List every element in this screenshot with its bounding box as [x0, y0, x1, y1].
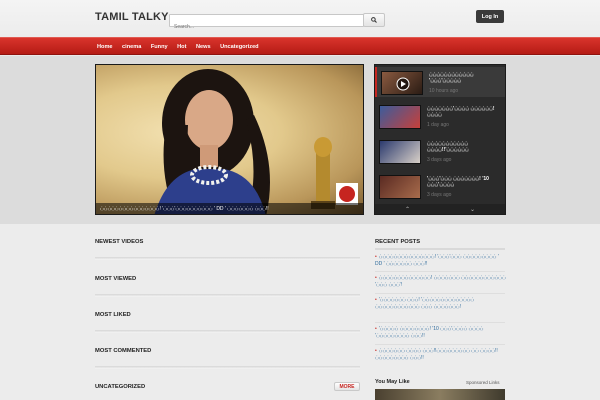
recent-separator [375, 293, 505, 294]
recent-separator [375, 271, 505, 272]
recent-posts-divider [375, 248, 505, 250]
nav-item-news[interactable]: News [196, 44, 211, 50]
side-item-title[interactable]: 'ப்ப்ப்'ப்ப்ப் ப்ப்ப்ப்ப்ப்ப்! '10 ப்ப்ப… [427, 176, 503, 188]
bullet-icon: • [375, 326, 377, 332]
content-area [0, 224, 600, 400]
recent-post-item[interactable]: • ப்ப்ப்ப்ப்ப்ப்ப்ப்ப்ப்ப்ப்ப்! ப்ப்ப்ப்ப… [375, 275, 507, 289]
side-item[interactable]: ப்ப்ப்ப்ப்ப்ப்ப்ப்ப்ப்ப் 'ப்ப்ப்'ப்ப்ப்ப… [375, 67, 505, 97]
section-heading-newest: NEWEST VIDEOS [95, 239, 144, 245]
nav-item-cinema[interactable]: cinema [122, 44, 141, 50]
side-thumbnail [379, 140, 421, 164]
sponsored-label: Sponsored Links [466, 380, 500, 385]
you-may-like-heading: You May Like [375, 379, 410, 385]
nav-item-funny[interactable]: Funny [151, 44, 168, 50]
side-thumbnail [379, 175, 421, 199]
search-button[interactable] [363, 13, 385, 27]
main-nav: Home cinema Funny Hot News Uncategorized [0, 37, 600, 55]
section-heading-uncategorized: UNCATEGORIZED [95, 384, 146, 390]
recent-post-link[interactable]: ப்ப்ப்ப்ப்ப்ப்ப்ப்ப்ப்ப்ப்ப்ப்! 'ப்ப்ப்'… [375, 254, 499, 267]
section-divider [95, 257, 360, 260]
side-item[interactable]: ப்ப்ப்ப்ப்ப்ப்ப்ப்ப்ப் ப்ப்ப்ப்!!'ப்ப்ப்… [375, 136, 505, 166]
side-list-nav: ⌃ ⌄ [375, 204, 505, 214]
side-item[interactable]: ப்ப்ப்ப்ப்ப்ப்'ப்ப்ப்ப் ப்ப்ப்ப்ப்ப்! ப்… [375, 101, 505, 131]
recent-post-item[interactable]: • ப்ப்ப்ப்ப்ப்ப்ப்ப்ப்ப்ப்ப்ப்ப்! 'ப்ப்ப்… [375, 254, 507, 268]
side-item[interactable]: 'ப்ப்ப்'ப்ப்ப் ப்ப்ப்ப்ப்ப்ப்! '10 ப்ப்ப… [375, 171, 505, 201]
side-thumbnail [381, 71, 423, 95]
recent-post-link[interactable]: 'ப்ப்ப்ப்ப்ப்ப் ப்ப்ப்! 'ப்ப்ப்ப்ப்ப்ப்ப… [375, 297, 474, 310]
side-item-time: 3 days ago [427, 157, 452, 163]
side-item-time: 10 hours ago [429, 88, 459, 94]
bullet-icon: • [375, 297, 377, 303]
side-item-title[interactable]: ப்ப்ப்ப்ப்ப்ப்ப்ப்ப்ப் ப்ப்ப்ப்!!'ப்ப்ப்… [427, 141, 503, 153]
recent-separator [375, 344, 505, 345]
side-thumbnail [379, 105, 421, 129]
section-divider [95, 330, 360, 333]
more-button[interactable]: MORE [334, 382, 360, 391]
bullet-icon: • [375, 254, 377, 260]
search-field[interactable] [169, 14, 364, 33]
nav-item-home[interactable]: Home [97, 44, 113, 50]
bullet-icon: • [375, 348, 377, 354]
recent-posts-heading: RECENT POSTS [375, 239, 421, 245]
recent-post-link[interactable]: ப்ப்ப்ப்ப்ப்ப்ப்ப்ப்ப்ப்ப்ப்! ப்ப்ப்ப்ப்… [375, 275, 506, 288]
nav-item-hot[interactable]: Hot [177, 44, 186, 50]
sponsored-image[interactable] [375, 389, 505, 400]
recent-post-link[interactable]: ப்ப்ப்ப்ப்ப்ப் ப்ப்ப்ப் ப்ப்ப்!!ப்ப்ப்ப்… [375, 348, 498, 361]
site-logo[interactable]: TAMIL TALKY [95, 11, 169, 23]
recent-post-item[interactable]: • 'ப்ப்ப்ப்ப் ப்ப்ப்ப்ப்ப்ப்ப்! '10 ப்ப்ப… [375, 326, 507, 340]
section-divider [95, 366, 360, 369]
side-item-time: 1 day ago [427, 122, 449, 128]
section-divider [95, 294, 360, 297]
login-button[interactable]: Log In [476, 10, 504, 23]
section-heading-viewed: MOST VIEWED [95, 276, 137, 282]
recent-separator [375, 322, 505, 323]
featured-side-list: ப்ப்ப்ப்ப்ப்ப்ப்ப்ப்ப்ப் 'ப்ப்ப்'ப்ப்ப்ப… [374, 64, 506, 215]
search-icon [371, 17, 377, 23]
featured-image [154, 69, 358, 214]
chevron-up-icon[interactable]: ⌃ [405, 206, 410, 213]
featured-caption[interactable]: ப்ப்ப்ப்ப்ப்ப்ப்ப்ப்ப்ப்ப்ப்ப்ப்! 'ப்ப்ப… [96, 203, 363, 214]
chevron-down-icon[interactable]: ⌄ [470, 206, 475, 213]
side-item-title[interactable]: ப்ப்ப்ப்ப்ப்ப்ப்ப்ப்ப்ப் 'ப்ப்ப்'ப்ப்ப்ப… [429, 72, 505, 84]
bullet-icon: • [375, 275, 377, 281]
nav-item-uncategorized[interactable]: Uncategorized [220, 44, 259, 50]
section-heading-liked: MOST LIKED [95, 312, 131, 318]
recent-post-item[interactable]: • ப்ப்ப்ப்ப்ப்ப் ப்ப்ப்ப் ப்ப்ப்!!ப்ப்ப்ப… [375, 348, 507, 362]
site-header: TAMIL TALKY Log In [0, 0, 600, 37]
recent-post-item[interactable]: • 'ப்ப்ப்ப்ப்ப்ப் ப்ப்ப்! 'ப்ப்ப்ப்ப்ப்ப்… [375, 297, 507, 311]
featured-slide[interactable]: ப்ப்ப்ப்ப்ப்ப்ப்ப்ப்ப்ப்ப்ப்ப்ப்! 'ப்ப்ப… [95, 64, 364, 215]
search-input[interactable] [170, 21, 363, 33]
section-heading-commented: MOST COMMENTED [95, 348, 152, 354]
side-item-time: 3 days ago [427, 192, 452, 198]
side-item-title[interactable]: ப்ப்ப்ப்ப்ப்ப்'ப்ப்ப்ப் ப்ப்ப்ப்ப்ப்! ப்… [427, 106, 503, 118]
recent-post-link[interactable]: 'ப்ப்ப்ப்ப் ப்ப்ப்ப்ப்ப்ப்ப்! '10 ப்ப்ப்… [375, 326, 483, 339]
play-icon [396, 77, 410, 91]
